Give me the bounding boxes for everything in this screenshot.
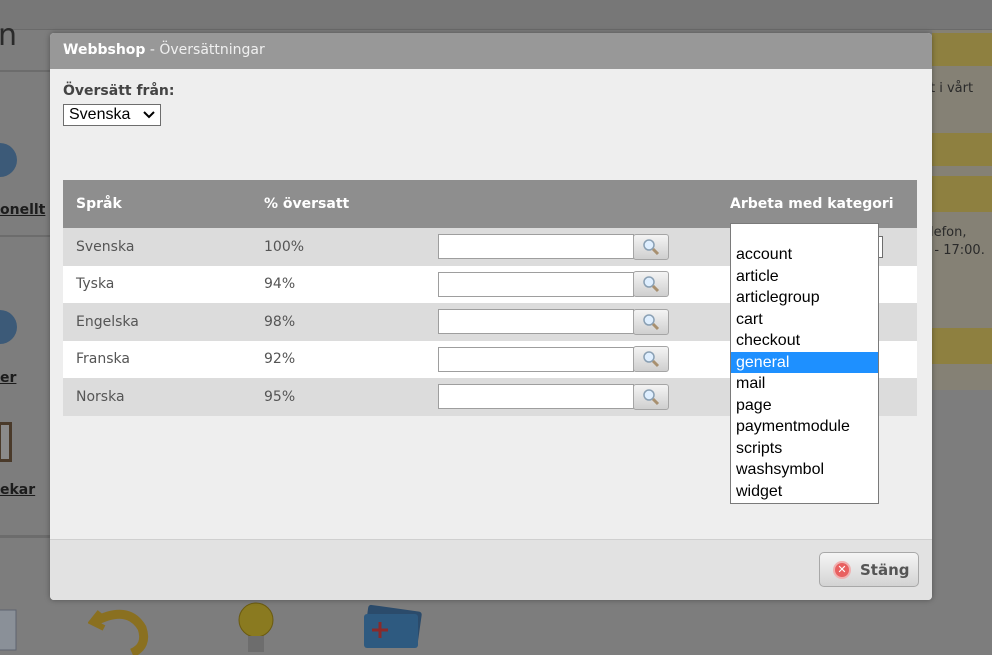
search-input[interactable] — [438, 271, 634, 297]
dropdown-option-general[interactable]: general — [731, 351, 878, 373]
background-divider — [0, 235, 50, 237]
col-header-percent: % översatt — [251, 180, 438, 228]
dropdown-option-account[interactable]: account — [731, 244, 878, 266]
language-cell: Engelska — [63, 303, 251, 341]
search-input[interactable] — [438, 346, 634, 372]
dropdown-option-scripts[interactable]: scripts — [731, 438, 878, 460]
dropdown-option-cart[interactable]: cart — [731, 309, 878, 331]
search-button[interactable] — [633, 233, 669, 260]
close-button-label: Stäng — [860, 560, 910, 579]
col-header-category: Arbeta med kategori — [717, 180, 917, 228]
search-cell — [438, 383, 717, 410]
background-circle-icon — [0, 143, 17, 177]
background-box-icon — [0, 422, 12, 462]
col-header-language: Språk — [63, 180, 251, 228]
search-button[interactable] — [633, 383, 669, 410]
dialog-subtitle: Översättningar — [159, 42, 265, 58]
background-heading-fragment: n — [0, 18, 18, 53]
tickets-icon — [364, 604, 422, 648]
language-cell: Norska — [63, 378, 251, 416]
magnifier-icon — [643, 276, 660, 293]
background-circle-icon — [0, 310, 17, 344]
dropdown-option-mail[interactable]: mail — [731, 373, 878, 395]
background-link-1: onellt — [0, 202, 46, 218]
background-link-2: er — [0, 370, 17, 386]
background-header — [0, 0, 992, 30]
search-input[interactable] — [438, 234, 634, 260]
magnifier-icon — [643, 351, 660, 368]
magnifier-icon — [643, 389, 660, 405]
search-cell — [438, 233, 717, 260]
language-cell: Tyska — [63, 265, 251, 303]
dialog-footer: ✕ Stäng — [50, 539, 932, 600]
search-input[interactable] — [438, 384, 634, 410]
dropdown-option-article[interactable]: article — [731, 266, 878, 288]
translate-from-label: Översätt från: — [63, 83, 175, 99]
percent-cell: 98% — [251, 303, 438, 341]
dialog-app-name: Webbshop — [63, 42, 146, 58]
background-accent-strip — [932, 33, 992, 66]
search-cell — [438, 308, 717, 335]
dropdown-option-articlegroup[interactable]: articlegroup — [731, 287, 878, 309]
undo-icon — [88, 609, 149, 655]
percent-cell: 92% — [251, 340, 438, 378]
search-cell — [438, 346, 717, 373]
background-link-3: ekar — [0, 482, 36, 498]
col-header-search — [438, 180, 717, 228]
dropdown-option-widget[interactable]: widget — [731, 481, 878, 503]
translate-from-select[interactable]: Svenska — [63, 104, 161, 126]
language-cell: Svenska — [63, 228, 251, 266]
background-divider — [0, 70, 50, 72]
chevron-down-icon — [143, 105, 155, 131]
translate-from-value: Svenska — [69, 106, 131, 123]
table-header-row: Språk % översatt Arbeta med kategori — [63, 180, 917, 228]
dropdown-option-checkout[interactable]: checkout — [731, 330, 878, 352]
search-button[interactable] — [633, 271, 669, 298]
search-button[interactable] — [633, 346, 669, 373]
background-accent-strip — [932, 328, 992, 364]
dropdown-option-page[interactable]: page — [731, 395, 878, 417]
background-accent-strip — [932, 133, 992, 166]
percent-cell: 94% — [251, 265, 438, 303]
search-input[interactable] — [438, 309, 634, 335]
dropdown-option-paymentmodule[interactable]: paymentmodule — [731, 416, 878, 438]
search-cell — [438, 271, 717, 298]
background-accent-strip — [932, 176, 992, 212]
percent-cell: 100% — [251, 228, 438, 266]
magnifier-icon — [643, 314, 660, 330]
magnifier-icon — [643, 239, 660, 255]
dialog-title-separator: - — [145, 42, 160, 58]
dropdown-option-washsymbol[interactable]: washsymbol — [731, 459, 878, 481]
lightbulb-icon — [238, 602, 274, 652]
background-divider — [0, 535, 50, 538]
dialog-titlebar[interactable]: Webbshop - Översättningar — [50, 33, 932, 69]
percent-cell: 95% — [251, 378, 438, 416]
close-button[interactable]: ✕ Stäng — [819, 552, 919, 587]
category-dropdown-list: account article articlegroup cart checko… — [730, 223, 879, 504]
language-cell: Franska — [63, 340, 251, 378]
search-button[interactable] — [633, 308, 669, 335]
envelope-icon — [0, 609, 17, 651]
close-icon: ✕ — [833, 560, 851, 579]
